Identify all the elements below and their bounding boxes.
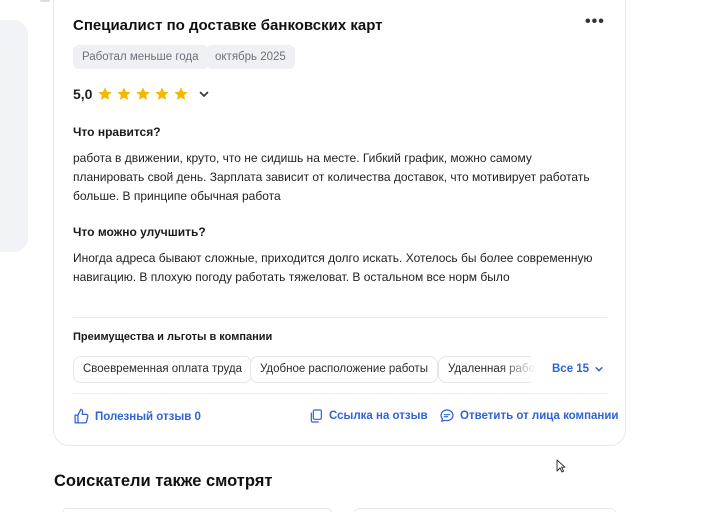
rating-value: 5,0 [73, 86, 93, 102]
thumbs-up-icon [74, 408, 89, 424]
date-tag: октябрь 2025 [206, 45, 295, 69]
related-card[interactable] [62, 508, 332, 512]
star-icon [155, 87, 170, 100]
mouse-cursor-icon [556, 459, 566, 473]
star-icon [174, 87, 189, 100]
improve-text: Иногда адреса бывают сложные, приходится… [73, 251, 593, 284]
all-perks-label: Все 15 [552, 363, 590, 375]
related-card[interactable] [354, 508, 616, 512]
perks-title: Преимущества и льготы в компании [73, 331, 273, 343]
useful-review-label: Полезный отзыв 0 [95, 410, 201, 423]
reply-button[interactable]: Ответить от лица компании [439, 408, 619, 424]
useful-review-button[interactable]: Полезный отзыв 0 [73, 408, 201, 425]
tenure-tag: Работал меньше года [73, 45, 208, 69]
review-link-label: Ссылка на отзыв [329, 410, 428, 422]
reply-label: Ответить от лица компании [460, 410, 619, 422]
divider [73, 393, 607, 394]
likes-heading: Что нравится? [73, 125, 161, 139]
copy-icon [310, 409, 322, 423]
side-panel: 48 74 91 24 [0, 20, 28, 252]
star-icon [98, 87, 113, 100]
star-icon [117, 87, 132, 100]
perk-chip[interactable]: Своевременная оплата труда [73, 356, 253, 383]
chevron-down-icon[interactable] [198, 88, 210, 100]
position-title: Специалист по доставке банковских карт [73, 17, 383, 34]
chip-fade [500, 357, 536, 382]
star-icon [136, 87, 151, 100]
chat-icon [440, 409, 454, 422]
perk-chip[interactable]: Удобное расположение работы [250, 356, 438, 383]
chevron-down-icon [595, 367, 603, 372]
top-fragment [40, 0, 50, 2]
divider [73, 317, 607, 318]
section-title: Соискатели также смотрят [54, 472, 273, 490]
all-perks-button[interactable]: Все 15 [552, 363, 604, 375]
improve-heading: Что можно улучшить? [73, 225, 206, 239]
more-options-button[interactable]: ••• [585, 13, 605, 31]
review-link-button[interactable]: Ссылка на отзыв [308, 408, 428, 424]
likes-text: работа в движении, круто, что не сидишь … [73, 151, 590, 203]
rating[interactable]: 5,0 [73, 86, 210, 102]
